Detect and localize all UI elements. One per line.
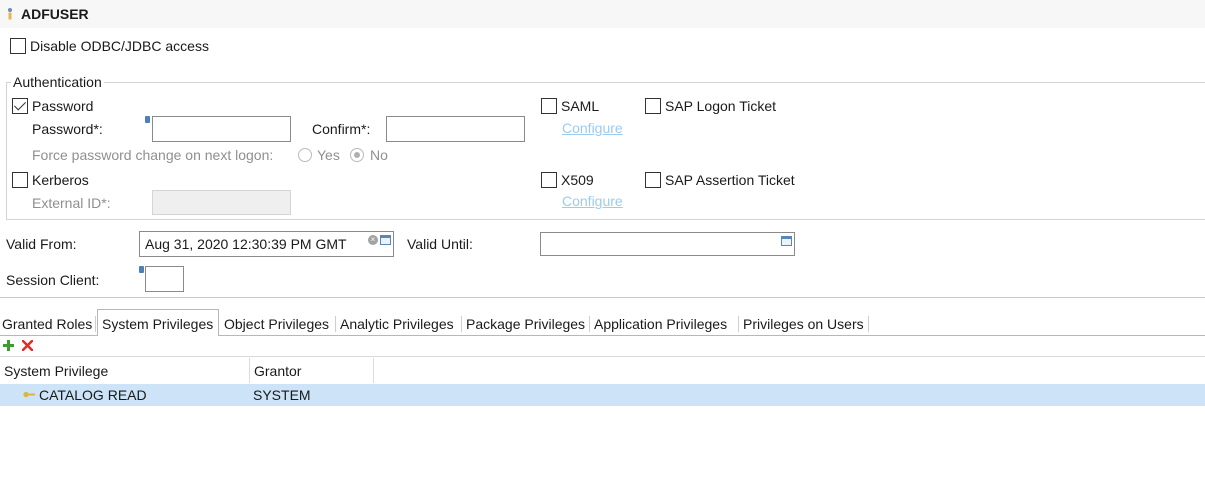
saml-label: SAML <box>561 98 600 114</box>
plus-icon[interactable] <box>3 340 14 351</box>
confirm-field-label: Confirm*: <box>312 121 371 137</box>
table-row[interactable] <box>0 384 1205 406</box>
info-icon <box>139 266 144 273</box>
confirm-password-field[interactable] <box>386 116 525 142</box>
page-title: ADFUSER <box>21 6 89 22</box>
tab-separator <box>738 316 739 332</box>
force-change-yes-label: Yes <box>317 147 340 163</box>
grantor-cell: SYSTEM <box>253 387 311 403</box>
password-field-label: Password*: <box>32 121 103 137</box>
password-checkbox[interactable] <box>12 98 28 114</box>
valid-until-label: Valid Until: <box>407 236 473 252</box>
tab-separator <box>461 316 462 332</box>
tab-privileges-on-users[interactable]: Privileges on Users <box>741 314 864 336</box>
force-change-no-label: No <box>370 147 388 163</box>
session-client-label: Session Client: <box>6 272 100 288</box>
tab-separator <box>335 316 336 332</box>
tab-analytic-privileges[interactable]: Analytic Privileges <box>338 314 454 336</box>
force-change-yes-radio[interactable] <box>298 148 312 162</box>
x509-checkbox[interactable] <box>541 172 557 188</box>
calendar-icon[interactable] <box>380 235 391 245</box>
editor-header <box>0 0 1205 28</box>
kerberos-label: Kerberos <box>32 172 89 188</box>
privilege-name-cell: CATALOG READ <box>39 387 147 403</box>
saml-checkbox[interactable] <box>541 98 557 114</box>
calendar-icon[interactable] <box>781 236 792 246</box>
column-header-system-privilege[interactable]: System Privilege <box>4 363 108 379</box>
tab-object-privileges[interactable]: Object Privileges <box>222 314 329 336</box>
x509-configure-link[interactable]: Configure <box>562 193 623 209</box>
privilege-key-icon <box>23 391 35 398</box>
password-auth-label: Password <box>32 98 94 114</box>
tab-separator <box>589 316 590 332</box>
disable-odbc-label: Disable ODBC/JDBC access <box>30 38 209 54</box>
column-header-grantor[interactable]: Grantor <box>254 363 301 379</box>
saml-configure-link[interactable]: Configure <box>562 120 623 136</box>
delete-x-icon[interactable] <box>22 340 33 351</box>
tab-granted-roles[interactable]: Granted Roles <box>0 314 92 336</box>
tab-package-privileges[interactable]: Package Privileges <box>464 314 585 336</box>
disable-odbc-checkbox[interactable] <box>10 38 26 54</box>
toolbar-divider <box>0 356 1205 357</box>
column-separator[interactable] <box>373 358 374 383</box>
x509-label: X509 <box>561 172 594 188</box>
user-icon <box>8 8 12 20</box>
section-divider <box>0 297 1205 298</box>
valid-from-field[interactable]: Aug 31, 2020 12:30:39 PM GMT × <box>139 231 394 257</box>
tab-system-privileges[interactable]: System Privileges <box>97 309 219 336</box>
password-field[interactable] <box>152 116 291 142</box>
clear-icon[interactable]: × <box>368 235 378 245</box>
column-separator[interactable] <box>249 358 250 383</box>
sap-assertion-ticket-label: SAP Assertion Ticket <box>665 172 795 188</box>
tab-separator <box>95 316 96 332</box>
external-id-label: External ID*: <box>32 195 111 211</box>
external-id-field[interactable] <box>152 190 291 215</box>
session-client-field[interactable] <box>145 266 184 292</box>
tab-separator <box>868 316 869 332</box>
sap-logon-ticket-checkbox[interactable] <box>645 98 661 114</box>
force-change-no-radio[interactable] <box>350 148 364 162</box>
sap-logon-ticket-label: SAP Logon Ticket <box>665 98 777 114</box>
valid-until-field[interactable] <box>540 232 795 256</box>
valid-from-label: Valid From: <box>6 236 77 252</box>
valid-from-value: Aug 31, 2020 12:30:39 PM GMT <box>145 236 347 252</box>
force-password-change-label: Force password change on next logon: <box>32 147 274 163</box>
tab-application-privileges[interactable]: Application Privileges <box>592 314 727 336</box>
authentication-group-label: Authentication <box>11 74 104 90</box>
sap-assertion-ticket-checkbox[interactable] <box>645 172 661 188</box>
info-icon <box>145 116 150 123</box>
kerberos-checkbox[interactable] <box>12 172 28 188</box>
